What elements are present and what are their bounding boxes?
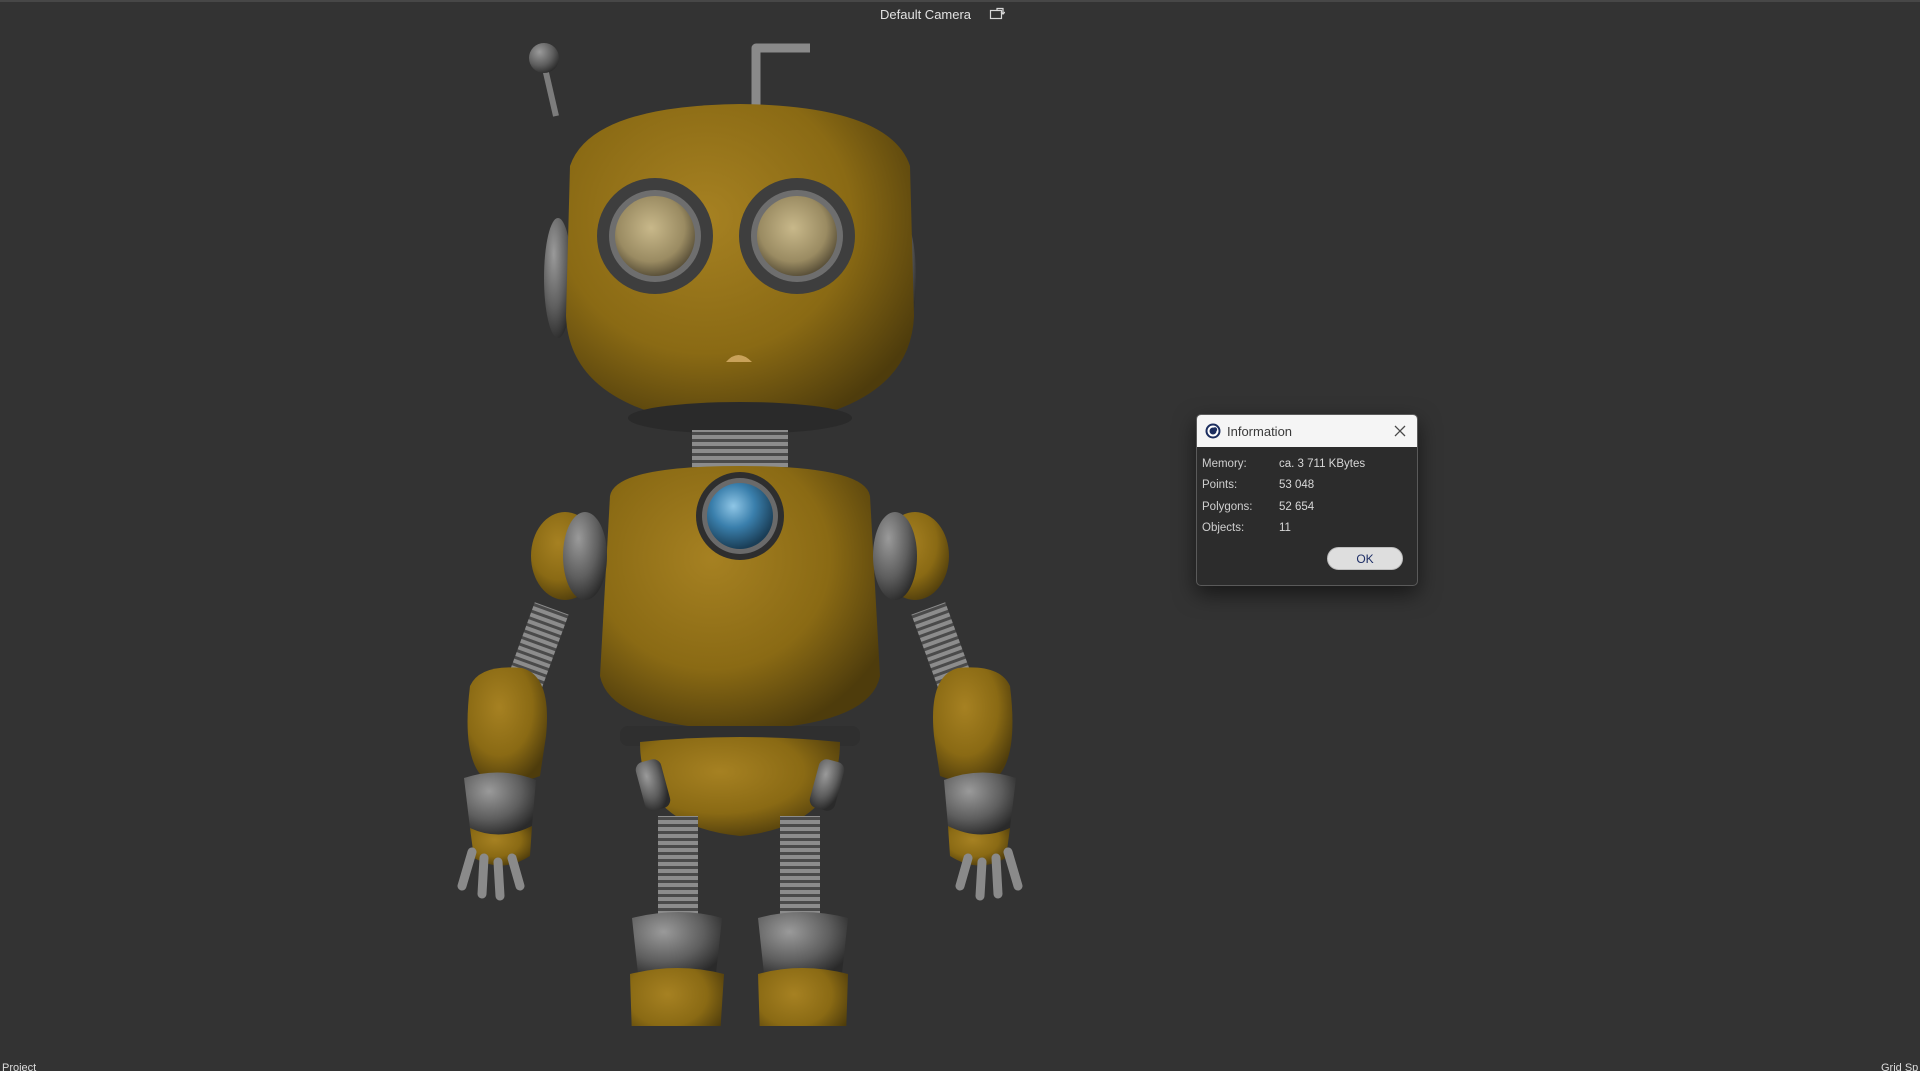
close-icon[interactable]: [1391, 422, 1409, 440]
info-row-points: Points: 53 048: [1197, 475, 1417, 497]
robot-arm-right: [911, 602, 1023, 901]
info-label: Polygons:: [1202, 500, 1253, 513]
robot-arm-left: [457, 602, 569, 901]
camera-bar: Default Camera: [880, 4, 1006, 24]
info-label: Objects:: [1202, 522, 1245, 535]
robot-leg-right: [758, 816, 848, 1026]
project-tab-label[interactable]: Project: [2, 1061, 36, 1071]
grid-spacing-label: Grid Sp: [1881, 1062, 1919, 1071]
robot-leg-left: [630, 816, 724, 1026]
info-row-polygons: Polygons: 52 654: [1197, 496, 1417, 518]
ok-button[interactable]: OK: [1327, 547, 1403, 570]
robot-model[interactable]: [440, 36, 1040, 1026]
info-row-memory: Memory: ca. 3 711 KBytes: [1197, 453, 1417, 475]
cinema4d-logo-icon: [1205, 423, 1221, 439]
info-label: Memory:: [1202, 457, 1247, 470]
info-value: 52 654: [1279, 500, 1315, 513]
camera-label[interactable]: Default Camera: [880, 7, 971, 22]
3d-viewport[interactable]: Default Camera Information Memory: ca. 3…: [0, 0, 1920, 1071]
info-row-objects: Objects: 11: [1197, 518, 1417, 540]
camera-switch-icon[interactable]: [989, 7, 1006, 21]
information-dialog: Information Memory: ca. 3 711 KBytes Poi…: [1196, 414, 1418, 586]
antenna-left: [529, 43, 559, 117]
robot-head: [544, 104, 916, 434]
viewport-top-border: [0, 0, 1920, 2]
info-value: 53 048: [1279, 479, 1315, 492]
dialog-title: Information: [1227, 423, 1293, 439]
info-value: 11: [1279, 522, 1291, 535]
dialog-titlebar[interactable]: Information: [1197, 415, 1417, 447]
info-label: Points:: [1202, 479, 1238, 492]
robot-torso: [600, 466, 880, 746]
info-value: ca. 3 711 KBytes: [1279, 457, 1366, 470]
info-table: Memory: ca. 3 711 KBytes Points: 53 048 …: [1197, 453, 1417, 539]
neck-spring: [692, 430, 788, 470]
